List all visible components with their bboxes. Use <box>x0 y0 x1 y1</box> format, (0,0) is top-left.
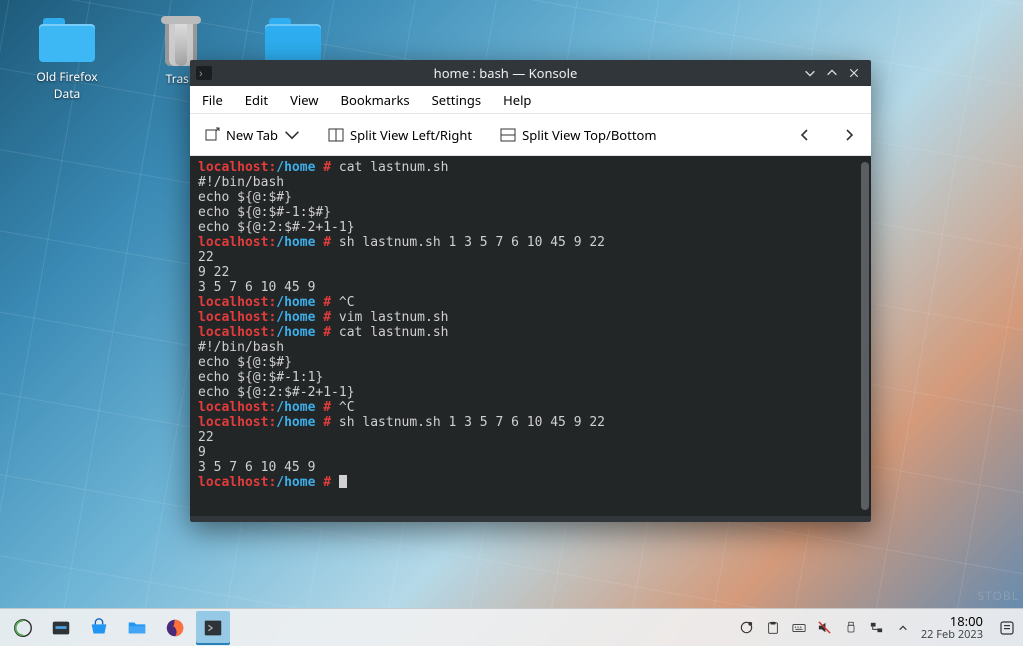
menu-view[interactable]: View <box>290 91 318 109</box>
menu-settings[interactable]: Settings <box>432 91 481 109</box>
tray-notifications-icon[interactable] <box>997 620 1017 636</box>
tray-network-icon[interactable] <box>869 620 885 636</box>
terminal-line: localhost:/home # ^C <box>198 400 863 415</box>
clock-date: 22 Feb 2023 <box>921 628 983 642</box>
taskbar-konsole-icon[interactable] <box>196 611 230 645</box>
minimize-button[interactable] <box>799 62 821 84</box>
toolbar: New Tab Split View Left/Right Split View… <box>190 114 871 156</box>
terminal-cursor <box>339 475 347 488</box>
nav-forward-button[interactable] <box>835 121 863 149</box>
tray-clipboard-icon[interactable] <box>765 620 781 636</box>
terminal-line: localhost:/home # cat lastnum.sh <box>198 325 863 340</box>
taskbar-clock[interactable]: 18:00 22 Feb 2023 <box>921 614 987 642</box>
terminal-line: 9 <box>198 445 863 460</box>
taskbar: 18:00 22 Feb 2023 <box>0 608 1023 646</box>
split-tb-icon <box>500 127 516 143</box>
taskbar-settings-icon[interactable] <box>44 611 78 645</box>
terminal-line: echo ${@:2:$#-2+1-1} <box>198 385 863 400</box>
maximize-button[interactable] <box>821 62 843 84</box>
split-lr-label: Split View Left/Right <box>350 126 472 144</box>
chevron-down-icon <box>284 127 300 143</box>
window-titlebar[interactable]: home : bash — Konsole <box>190 60 871 86</box>
clock-time: 18:00 <box>921 614 983 628</box>
terminal-line: 3 5 7 6 10 45 9 <box>198 280 863 295</box>
tray-keyboard-icon[interactable] <box>791 620 807 636</box>
menu-file[interactable]: File <box>202 91 223 109</box>
terminal-line: 22 <box>198 430 863 445</box>
window-statusbar <box>190 516 871 522</box>
desktop-icon-old-firefox[interactable]: Old Firefox Data <box>22 18 112 102</box>
menu-bookmarks[interactable]: Bookmarks <box>341 91 410 109</box>
app-launcher-button[interactable] <box>6 611 40 645</box>
new-tab-icon <box>204 127 220 143</box>
taskbar-firefox-icon[interactable] <box>158 611 192 645</box>
terminal-line: localhost:/home # vim lastnum.sh <box>198 310 863 325</box>
terminal-line: 3 5 7 6 10 45 9 <box>198 460 863 475</box>
taskbar-files-icon[interactable] <box>120 611 154 645</box>
terminal-line: localhost:/home # sh lastnum.sh 1 3 5 7 … <box>198 235 863 250</box>
menu-help[interactable]: Help <box>503 91 531 109</box>
terminal-line: echo ${@:$#-1:1} <box>198 370 863 385</box>
scrollbar[interactable] <box>861 162 869 510</box>
split-tb-button[interactable]: Split View Top/Bottom <box>494 122 662 148</box>
terminal-line: echo ${@:2:$#-2+1-1} <box>198 220 863 235</box>
watermark: STOBL <box>978 587 1019 604</box>
terminal-line: 22 <box>198 250 863 265</box>
taskbar-store-icon[interactable] <box>82 611 116 645</box>
terminal-line: localhost:/home # ^C <box>198 295 863 310</box>
tray-expand-icon[interactable] <box>895 620 911 636</box>
terminal-line: 9 22 <box>198 265 863 280</box>
terminal-line: #!/bin/bash <box>198 175 863 190</box>
trash-icon <box>159 14 203 66</box>
new-tab-label: New Tab <box>226 126 278 144</box>
split-tb-label: Split View Top/Bottom <box>522 126 656 144</box>
tray-updates-icon[interactable] <box>739 620 755 636</box>
split-lr-icon <box>328 127 344 143</box>
tray-usb-icon[interactable] <box>843 620 859 636</box>
split-lr-button[interactable]: Split View Left/Right <box>322 122 478 148</box>
menubar: File Edit View Bookmarks Settings Help <box>190 86 871 114</box>
konsole-window: home : bash — Konsole File Edit View Boo… <box>190 60 871 522</box>
terminal-line: echo ${@:$#-1:$#} <box>198 205 863 220</box>
folder-icon <box>265 18 321 62</box>
terminal-line: localhost:/home # sh lastnum.sh 1 3 5 7 … <box>198 415 863 430</box>
terminal-line: echo ${@:$#} <box>198 355 863 370</box>
desktop-icon-label: Old Firefox Data <box>22 68 112 102</box>
new-tab-button[interactable]: New Tab <box>198 122 306 148</box>
close-button[interactable] <box>843 62 865 84</box>
konsole-app-icon <box>196 66 212 80</box>
terminal-line: echo ${@:$#} <box>198 190 863 205</box>
terminal-output[interactable]: localhost:/home # cat lastnum.sh#!/bin/b… <box>190 156 871 516</box>
terminal-line: localhost:/home # cat lastnum.sh <box>198 160 863 175</box>
folder-icon <box>39 18 95 62</box>
menu-edit[interactable]: Edit <box>245 91 268 109</box>
terminal-line: #!/bin/bash <box>198 340 863 355</box>
tray-audio-muted-icon[interactable] <box>817 620 833 636</box>
terminal-line: localhost:/home # <box>198 475 863 490</box>
window-title: home : bash — Konsole <box>212 64 799 82</box>
nav-back-button[interactable] <box>791 121 819 149</box>
